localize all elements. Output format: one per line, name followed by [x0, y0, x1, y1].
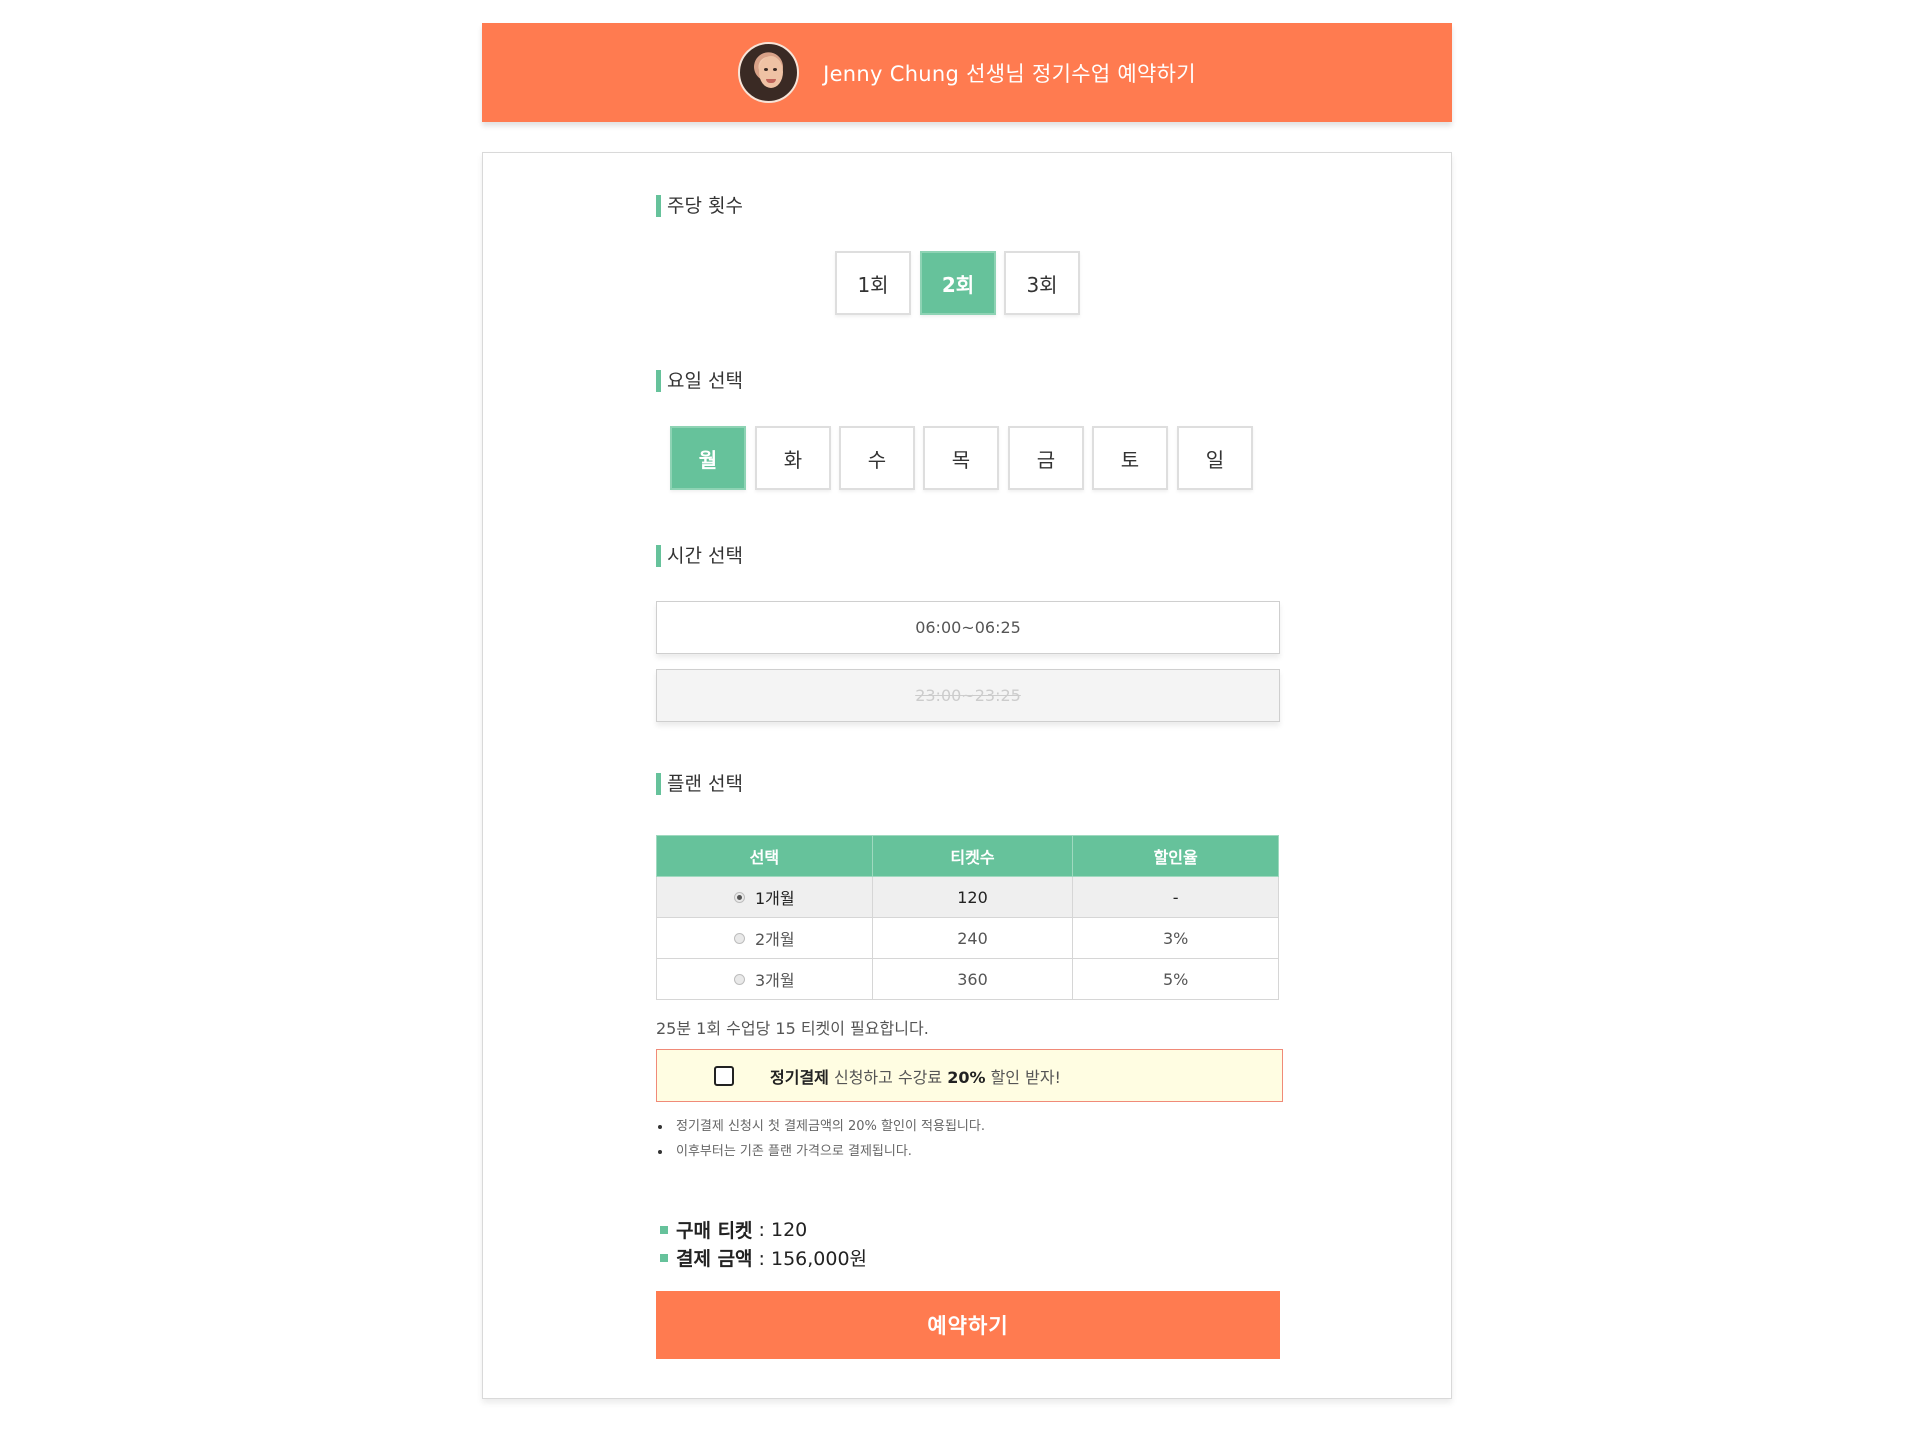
day-option-fri[interactable]: 금 — [1008, 426, 1084, 490]
list-item: 정기결제 신청시 첫 결제금액의 20% 할인이 적용됩니다. — [658, 1117, 985, 1142]
frequency-option-3[interactable]: 3회 — [1004, 251, 1080, 315]
tickets-cell: 360 — [871, 958, 1074, 1000]
summary-tickets: 구매 티켓: 120 — [660, 1216, 807, 1243]
page-header: Jenny Chung 선생님 정기수업 예약하기 — [482, 23, 1452, 122]
day-option-thu[interactable]: 목 — [923, 426, 999, 490]
ticket-note: 25분 1회 수업당 15 티켓이 필요합니다. — [656, 1019, 929, 1038]
teacher-avatar — [738, 42, 800, 103]
discount-cell: 3% — [1072, 917, 1279, 959]
list-item: 이후부터는 기존 플랜 가격으로 결제됩니다. — [658, 1142, 985, 1167]
plan-table-header: 선택 티켓수 할인율 — [656, 835, 1279, 877]
plan-table: 선택 티켓수 할인율 1개월 120 - 2개월 240 3% 3개월 360 … — [656, 835, 1279, 1000]
discount-cell: 5% — [1072, 958, 1279, 1000]
column-header-tickets: 티켓수 — [871, 835, 1074, 877]
auto-pay-promo[interactable]: 정기결제 신청하고 수강료 20% 할인 받자! — [656, 1049, 1283, 1102]
promo-text: 정기결제 신청하고 수강료 20% 할인 받자! — [770, 1067, 1061, 1087]
page-title: Jenny Chung 선생님 정기수업 예약하기 — [823, 61, 1196, 86]
plan-label: 1개월 — [755, 889, 795, 908]
bullet-square-icon — [660, 1225, 668, 1234]
day-option-mon[interactable]: 월 — [670, 426, 746, 490]
frequency-option-2[interactable]: 2회 — [920, 251, 996, 315]
plan-label: 2개월 — [755, 930, 795, 949]
promo-notes: 정기결제 신청시 첫 결제금액의 20% 할인이 적용됩니다. 이후부터는 기존… — [658, 1117, 985, 1167]
section-title-plan: 플랜 선택 — [656, 773, 743, 795]
table-row[interactable]: 1개월 120 - — [656, 876, 1279, 918]
time-slot-button[interactable]: 06:00~06:25 — [656, 601, 1280, 654]
plan-option-cell[interactable]: 1개월 — [656, 876, 873, 918]
auto-pay-checkbox[interactable] — [714, 1065, 734, 1086]
column-header-discount: 할인율 — [1072, 835, 1279, 877]
frequency-option-1[interactable]: 1회 — [835, 251, 911, 315]
time-slot-button-disabled: 23:00~23:25 — [656, 669, 1280, 722]
day-option-sat[interactable]: 토 — [1092, 426, 1168, 490]
day-option-wed[interactable]: 수 — [839, 426, 915, 490]
radio-button[interactable] — [734, 974, 745, 985]
section-title-frequency: 주당 횟수 — [656, 195, 743, 217]
tickets-cell: 120 — [871, 876, 1074, 918]
day-option-tue[interactable]: 화 — [755, 426, 831, 490]
booking-panel — [482, 152, 1452, 1399]
bullet-square-icon — [660, 1253, 668, 1262]
plan-option-cell[interactable]: 2개월 — [656, 917, 873, 959]
summary-amount: 결제 금액: 156,000원 — [660, 1244, 867, 1271]
section-title-time: 시간 선택 — [656, 545, 743, 567]
day-option-sun[interactable]: 일 — [1177, 426, 1253, 490]
plan-option-cell[interactable]: 3개월 — [656, 958, 873, 1000]
table-row[interactable]: 2개월 240 3% — [656, 917, 1279, 959]
radio-button[interactable] — [734, 892, 745, 903]
tickets-cell: 240 — [871, 917, 1074, 959]
column-header-select: 선택 — [656, 835, 873, 877]
table-row[interactable]: 3개월 360 5% — [656, 958, 1279, 1000]
reserve-button[interactable]: 예약하기 — [656, 1291, 1280, 1359]
discount-cell: - — [1072, 876, 1279, 918]
section-title-day: 요일 선택 — [656, 370, 743, 392]
radio-button[interactable] — [734, 933, 745, 944]
plan-label: 3개월 — [755, 971, 795, 990]
